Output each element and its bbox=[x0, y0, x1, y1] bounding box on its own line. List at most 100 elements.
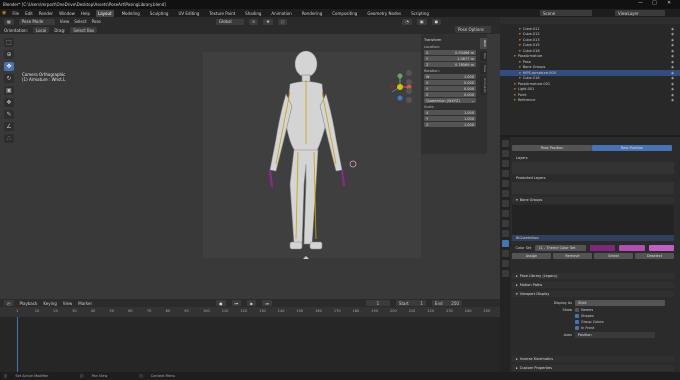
camera-view-icon[interactable] bbox=[406, 88, 412, 94]
location-z-field[interactable]: Z 0.76569 m bbox=[424, 62, 476, 67]
drag-selector[interactable]: Select Box bbox=[70, 27, 98, 33]
transform-orientation-selector[interactable]: Global bbox=[215, 18, 244, 25]
tab-view[interactable]: View bbox=[480, 62, 487, 74]
assign-button[interactable]: Assign bbox=[512, 253, 551, 259]
playhead[interactable] bbox=[17, 317, 18, 372]
menu-file[interactable]: File bbox=[12, 11, 19, 16]
scale-z-field[interactable]: Z 1.000 bbox=[424, 122, 476, 127]
workspace-tab-compositing[interactable]: Compositing bbox=[330, 10, 359, 17]
menu-select[interactable]: Select bbox=[74, 19, 86, 24]
color-swatch-normal[interactable] bbox=[590, 245, 616, 251]
workspace-tab-animation[interactable]: Animation bbox=[269, 10, 293, 17]
visibility-eye-icon[interactable]: ◉ bbox=[671, 43, 674, 47]
timeline-view-menu[interactable]: View bbox=[63, 301, 73, 306]
view-layer-selector[interactable]: ViewLayer bbox=[615, 10, 665, 16]
start-frame-field[interactable]: Start 1 bbox=[395, 300, 426, 306]
menu-pose[interactable]: Pose bbox=[92, 19, 101, 24]
tab-tool[interactable]: Tool bbox=[480, 50, 487, 61]
cursor-tool-icon[interactable]: ⊕ bbox=[4, 50, 14, 59]
snap-icon[interactable]: ❖ bbox=[263, 18, 273, 25]
bone-layers-grid[interactable] bbox=[512, 162, 674, 174]
record-icon[interactable]: ● bbox=[216, 300, 226, 306]
workspace-tab-sculpting[interactable]: Sculpting bbox=[148, 10, 171, 17]
visibility-eye-icon[interactable]: ◉ bbox=[671, 82, 674, 86]
rotation-x-field[interactable]: X 0.000 bbox=[424, 80, 476, 85]
pose-library-panel-header[interactable]: ▸ Pose Library (Legacy) bbox=[512, 273, 674, 279]
timeline-editor[interactable]: ◷ Playback Keying View Marker ● ⏮ ▶ ⏭ 1 … bbox=[0, 299, 500, 372]
visibility-eye-icon[interactable]: ◉ bbox=[671, 54, 674, 58]
show-in-front-checkbox[interactable]: In Front bbox=[575, 326, 674, 330]
tool-properties-icon[interactable] bbox=[501, 140, 509, 147]
constraint-properties-icon[interactable] bbox=[501, 230, 509, 237]
display-as-dropdown[interactable]: Stick bbox=[575, 300, 665, 306]
visibility-eye-icon[interactable]: ◉ bbox=[671, 65, 674, 69]
color-set-dropdown[interactable]: 11 - Theme Color Set bbox=[535, 245, 587, 251]
transform-tool-icon[interactable]: ❖ bbox=[4, 98, 14, 107]
rotation-y-field[interactable]: Y 0.000 bbox=[424, 86, 476, 91]
annotate-tool-icon[interactable]: ✎ bbox=[4, 110, 14, 119]
timeline-editor-type-icon[interactable]: ◷ bbox=[4, 300, 14, 306]
location-y-field[interactable]: Y 1.0877 m bbox=[424, 56, 476, 61]
scale-x-field[interactable]: X 1.000 bbox=[424, 110, 476, 115]
visibility-eye-icon[interactable]: ◉ bbox=[671, 87, 674, 91]
outliner[interactable]: ▾ Cube.011 ◉ ▾ Cube.012 ◉ ▾ Cube.013 ◉ ▾ Cube.015 ◉… bbox=[500, 17, 680, 135]
workspace-tab-texture-paint[interactable]: Texture Paint bbox=[207, 10, 237, 17]
pivot-icon[interactable]: ⊙ bbox=[248, 18, 259, 25]
menu-window[interactable]: Window bbox=[59, 11, 75, 16]
render-properties-icon[interactable] bbox=[501, 150, 509, 157]
minimize-icon[interactable]: — bbox=[638, 0, 643, 6]
move-tool-icon[interactable]: ✥ bbox=[4, 62, 14, 71]
scene-selector[interactable]: Scene bbox=[540, 10, 592, 16]
pose-options-button[interactable]: Pose Options bbox=[455, 26, 491, 33]
visibility-eye-icon[interactable]: ◉ bbox=[671, 98, 674, 102]
marker-menu[interactable]: Marker bbox=[78, 301, 92, 306]
select-button[interactable]: Select bbox=[594, 253, 633, 259]
show-group-colors-checkbox[interactable]: Group Colors bbox=[575, 320, 674, 324]
visibility-eye-icon[interactable]: ◉ bbox=[671, 32, 674, 36]
maximize-icon[interactable]: □ bbox=[652, 0, 657, 6]
remove-button[interactable]: Remove bbox=[553, 253, 592, 259]
playback-menu[interactable]: Playback bbox=[20, 301, 38, 306]
rotation-z-field[interactable]: Z 0.000 bbox=[424, 92, 476, 97]
menu-view[interactable]: View bbox=[60, 19, 70, 24]
location-x-field[interactable]: X 0.93466 m bbox=[424, 50, 476, 55]
workspace-tab-scripting[interactable]: Scripting bbox=[409, 10, 431, 17]
bone-group-item[interactable]: BlGsketelbox bbox=[512, 235, 674, 241]
workspace-tab-shading[interactable]: Shading bbox=[243, 10, 263, 17]
view-layer-properties-icon[interactable] bbox=[501, 170, 509, 177]
outliner-item[interactable]: ▾ Reference ◉ bbox=[500, 98, 680, 104]
scene-properties-icon[interactable] bbox=[501, 180, 509, 187]
zoom-icon[interactable] bbox=[406, 70, 412, 76]
tab-item[interactable]: Item bbox=[480, 38, 487, 49]
keying-menu[interactable]: Keying bbox=[43, 301, 56, 306]
workspace-tab-modeling[interactable]: Modeling bbox=[120, 10, 142, 17]
bone-groups-panel-header[interactable]: ▾ Bone Groups bbox=[512, 197, 674, 203]
protected-layers-grid[interactable] bbox=[512, 182, 674, 194]
shading-solid-icon[interactable]: ● bbox=[431, 18, 442, 25]
color-swatch-select[interactable] bbox=[619, 245, 645, 251]
custom-properties-panel-header[interactable]: ▸ Custom Properties bbox=[512, 365, 674, 371]
axes-position-field[interactable]: Position bbox=[575, 332, 655, 338]
jump-end-icon[interactable]: ⏭ bbox=[262, 300, 272, 306]
viewport-display-panel-header[interactable]: ▾ Viewport Display bbox=[512, 291, 674, 297]
show-shapes-checkbox[interactable]: Shapes bbox=[575, 314, 674, 318]
perspective-toggle-icon[interactable] bbox=[406, 97, 412, 103]
overlays-icon[interactable]: ◔ bbox=[402, 18, 412, 25]
workspace-tab-geometry-nodes[interactable]: Geometry Nodes bbox=[365, 10, 403, 17]
visibility-eye-icon[interactable]: ◉ bbox=[671, 60, 674, 64]
menu-help[interactable]: Help bbox=[81, 11, 90, 16]
scale-tool-icon[interactable]: ▣ bbox=[4, 86, 14, 95]
properties-editor[interactable]: Pose Position Rest Position Layers Prote… bbox=[500, 137, 680, 372]
workspace-tab-layout[interactable]: Layout bbox=[95, 9, 114, 17]
scale-y-field[interactable]: Y 1.000 bbox=[424, 116, 476, 121]
workspace-tab-uv-editing[interactable]: UV Editing bbox=[176, 10, 201, 17]
measure-tool-icon[interactable]: ∠ bbox=[4, 122, 14, 131]
menu-render[interactable]: Render bbox=[39, 11, 53, 16]
deselect-button[interactable]: Deselect bbox=[635, 253, 674, 259]
pose-position-button[interactable]: Pose Position bbox=[512, 145, 592, 151]
orientation-selector[interactable]: Local bbox=[32, 27, 50, 33]
close-icon[interactable]: ✕ bbox=[667, 0, 671, 6]
rotate-tool-icon[interactable]: ↻ bbox=[4, 74, 14, 83]
world-properties-icon[interactable] bbox=[501, 190, 509, 197]
visibility-eye-icon[interactable]: ◉ bbox=[671, 49, 674, 53]
